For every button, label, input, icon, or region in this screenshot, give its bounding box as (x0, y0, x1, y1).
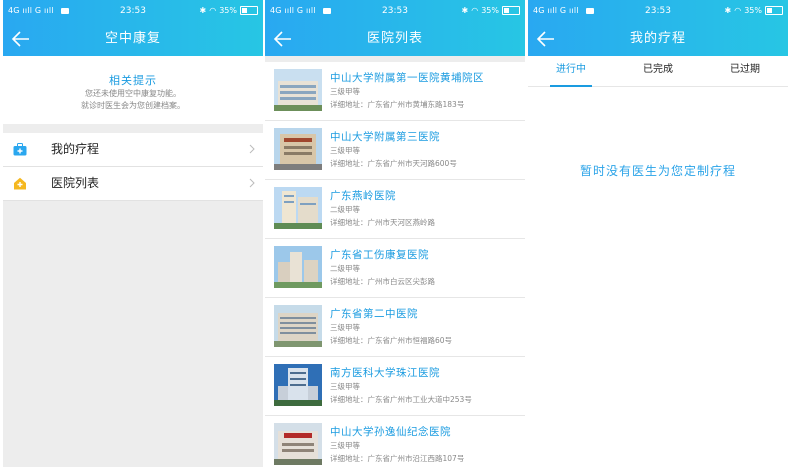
hospital-address: 详细地址：广东省广州市天河路600号 (330, 159, 457, 168)
hospital-photo (274, 128, 322, 170)
hospital-address: 详细地址：广东省广州市黄埔东路183号 (330, 100, 465, 109)
battery-percent: 35% (744, 6, 762, 15)
wifi-icon: ◠ (734, 6, 742, 15)
back-arrow-icon[interactable] (536, 30, 556, 48)
page-title: 空中康复 (104, 31, 161, 46)
menu-list: 我的疗程 医院列表 (3, 133, 263, 201)
wifi-icon: ◠ (471, 6, 479, 15)
bluetooth-icon: ✱ (461, 6, 469, 15)
screen-my-course: 4G ııll G ııll 23:53 ✱ ◠ 35% 我的疗程 进行中 已完成 … (528, 0, 788, 467)
tips-panel: 相关提示 您还未使用空中康复功能。 就诊时医生会为您创建档案。 (3, 56, 263, 124)
tips-title: 相关提示 (109, 74, 157, 87)
tips-line-2: 就诊时医生会为您创建档案。 (81, 101, 185, 110)
hospital-row[interactable]: 广东省工伤康复医院 二级甲等 详细地址：广州市白云区尖彭路 (265, 239, 525, 298)
screen-air-rehab: 4G ııll G ııll 23:53 ✱ ◠ 35% 空中康复 相关提示 您还未… (3, 0, 263, 467)
hospital-name: 中山大学附属第三医院 (330, 131, 440, 143)
hospital-name: 广东燕岭医院 (330, 190, 396, 202)
hospital-row[interactable]: 中山大学附属第一医院黄埔院区 三级甲等 详细地址：广东省广州市黄埔东路183号 (265, 62, 525, 121)
back-arrow-icon[interactable] (273, 30, 293, 48)
navbar: 我的疗程 (528, 22, 788, 56)
hospital-row[interactable]: 中山大学孙逸仙纪念医院 三级甲等 详细地址：广东省广州市沿江西路107号 (265, 416, 525, 467)
hospital-name: 中山大学附属第一医院黄埔院区 (330, 72, 484, 84)
hospital-grade: 三级甲等 (330, 382, 360, 391)
hospital-list: 中山大学附属第一医院黄埔院区 三级甲等 详细地址：广东省广州市黄埔东路183号 … (265, 62, 525, 467)
chevron-right-icon (249, 144, 255, 154)
tab-bar: 进行中 已完成 已过期 (528, 56, 788, 87)
battery-percent: 35% (481, 6, 499, 15)
hospital-address: 详细地址：广州市白云区尖彭路 (330, 277, 435, 286)
medical-kit-icon (13, 143, 27, 156)
hospital-photo (274, 246, 322, 288)
status-bar: 4G ııll G ııll 23:53 ✱ ◠ 35% (3, 0, 263, 22)
hospital-name: 中山大学孙逸仙纪念医院 (330, 426, 451, 438)
hospital-photo (274, 187, 322, 229)
chevron-right-icon (249, 178, 255, 188)
page-title: 我的疗程 (629, 31, 686, 46)
hospital-photo (274, 364, 322, 406)
status-bar: 4G ııll G ııll 23:53 ✱ ◠ 35% (528, 0, 788, 22)
hospital-name: 广东省工伤康复医院 (330, 249, 429, 261)
tips-line-1: 您还未使用空中康复功能。 (85, 89, 181, 98)
empty-state-message: 暂时没有医生为您定制疗程 (579, 164, 736, 178)
status-bar: 4G ııll G ııll 23:53 ✱ ◠ 35% (265, 0, 525, 22)
hospital-photo (274, 423, 322, 465)
bluetooth-icon: ✱ (724, 6, 732, 15)
tab-indicator (550, 85, 592, 87)
hospital-name: 南方医科大学珠江医院 (330, 367, 440, 379)
tab-in-progress[interactable]: 进行中 (528, 56, 614, 86)
hospital-icon (14, 177, 26, 190)
hospital-grade: 三级甲等 (330, 323, 360, 332)
hospital-row[interactable]: 中山大学附属第三医院 三级甲等 详细地址：广东省广州市天河路600号 (265, 121, 525, 180)
hospital-grade: 二级甲等 (330, 264, 360, 273)
navbar: 医院列表 (265, 22, 525, 56)
tab-expired[interactable]: 已过期 (702, 56, 788, 86)
wifi-icon: ◠ (209, 6, 217, 15)
page-title: 医院列表 (366, 31, 423, 46)
hospital-address: 详细地址：广东省广州市恒福路60号 (330, 336, 453, 345)
menu-item-hospital-list[interactable]: 医院列表 (3, 167, 263, 201)
hospital-grade: 三级甲等 (330, 146, 360, 155)
hospital-row[interactable]: 南方医科大学珠江医院 三级甲等 详细地址：广东省广州市工业大道中253号 (265, 357, 525, 416)
menu-label-my-course: 我的疗程 (51, 142, 100, 156)
navbar: 空中康复 (3, 22, 263, 56)
hospital-address: 详细地址：广东省广州市工业大道中253号 (330, 395, 472, 404)
hospital-name: 广东省第二中医院 (330, 308, 418, 320)
hospital-grade: 三级甲等 (330, 441, 360, 450)
battery-icon (765, 6, 783, 15)
hospital-grade: 二级甲等 (330, 205, 360, 214)
hospital-photo (274, 305, 322, 347)
tab-completed[interactable]: 已完成 (615, 56, 701, 86)
hospital-photo (274, 69, 322, 111)
hospital-address: 详细地址：广东省广州市沿江西路107号 (330, 454, 465, 463)
menu-label-hospital-list: 医院列表 (51, 176, 100, 190)
battery-icon (502, 6, 520, 15)
battery-icon (240, 6, 258, 15)
hospital-row[interactable]: 广东省第二中医院 三级甲等 详细地址：广东省广州市恒福路60号 (265, 298, 525, 357)
screen-hospital-list: 4G ııll G ııll 23:53 ✱ ◠ 35% 医院列表 中山大学附属第一… (265, 0, 525, 467)
hospital-row[interactable]: 广东燕岭医院 二级甲等 详细地址：广州市天河区燕岭路 (265, 180, 525, 239)
menu-item-my-course[interactable]: 我的疗程 (3, 133, 263, 167)
hospital-grade: 三级甲等 (330, 87, 360, 96)
hospital-address: 详细地址：广州市天河区燕岭路 (330, 218, 435, 227)
battery-percent: 35% (219, 6, 237, 15)
bluetooth-icon: ✱ (199, 6, 207, 15)
back-arrow-icon[interactable] (11, 30, 31, 48)
